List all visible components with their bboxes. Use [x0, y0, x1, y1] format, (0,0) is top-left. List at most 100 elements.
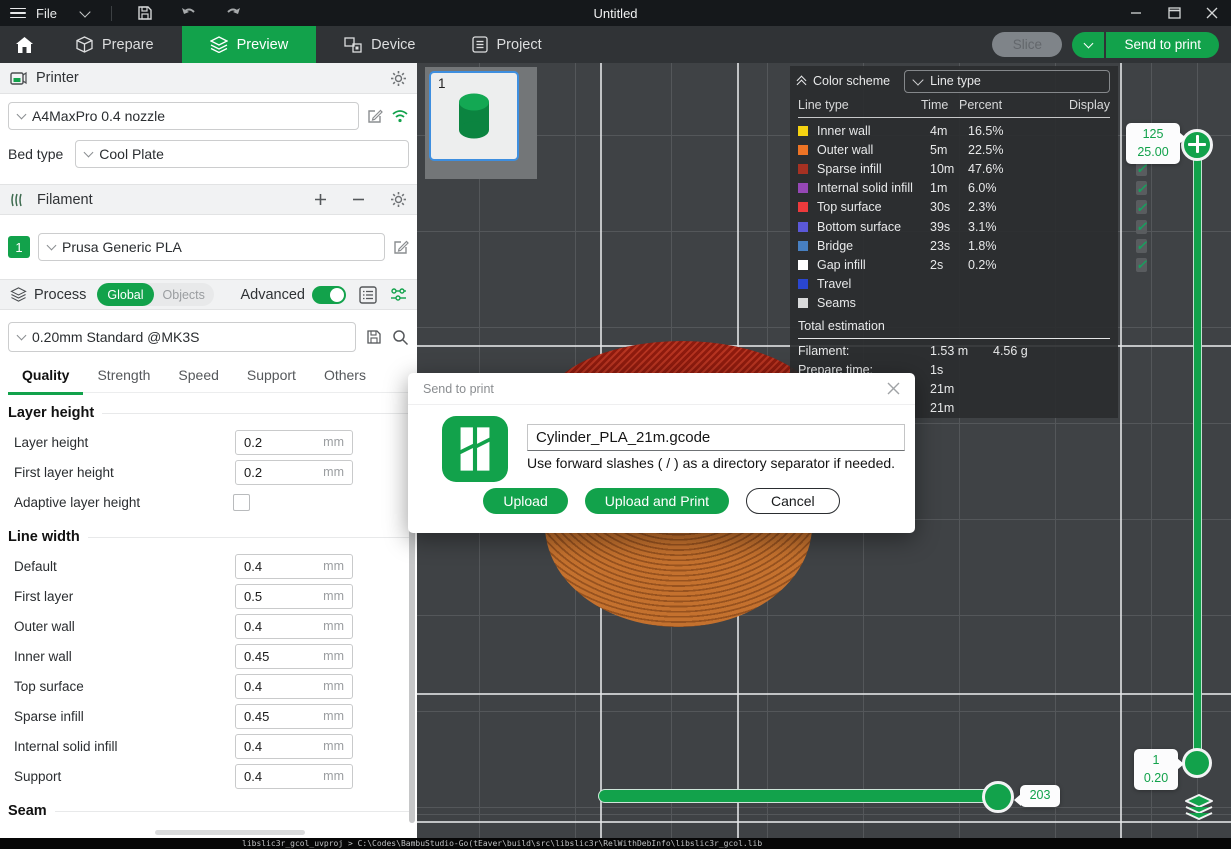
- main-nav: Prepare Preview Device Project Slice Sen…: [0, 26, 1231, 63]
- slice-button[interactable]: Slice: [992, 32, 1062, 57]
- bed-type-label: Bed type: [8, 146, 63, 162]
- layer-slider-track[interactable]: [1193, 153, 1202, 763]
- tab-preview[interactable]: Preview: [182, 26, 317, 63]
- display-checkbox[interactable]: ✓: [1136, 258, 1147, 272]
- color-scheme-label: Color scheme: [813, 74, 890, 88]
- process-preset-select[interactable]: 0.20mm Standard @MK3S: [8, 322, 356, 352]
- display-checkbox[interactable]: ✓: [1136, 200, 1147, 214]
- collapse-panel-icon[interactable]: [798, 74, 805, 88]
- dialog-close-icon[interactable]: [887, 382, 900, 395]
- sidebar: Printer A4MaxPro 0.4 nozzle Bed type: [0, 63, 417, 838]
- sidebar-horizontal-scrollbar[interactable]: [155, 830, 305, 835]
- first-layer-height-input[interactable]: 0.2mm: [235, 460, 353, 485]
- linetype-swatch: [798, 222, 808, 232]
- global-toggle[interactable]: Global: [97, 283, 153, 306]
- minimize-button[interactable]: [1117, 0, 1155, 26]
- adaptive-layer-height-checkbox[interactable]: [233, 494, 250, 511]
- divider: [798, 338, 1110, 339]
- setting-row: Adaptive layer height: [8, 487, 409, 517]
- printer-icon: [10, 71, 27, 86]
- upload-button[interactable]: Upload: [483, 488, 567, 514]
- parameter-list-icon[interactable]: [359, 286, 377, 304]
- display-checkbox[interactable]: ✓: [1136, 220, 1147, 234]
- line-width-support-input[interactable]: 0.4mm: [235, 764, 353, 789]
- layer-slider-bottom-handle[interactable]: [1182, 748, 1212, 778]
- linetype-swatch: [798, 298, 808, 308]
- tab-prepare[interactable]: Prepare: [48, 26, 182, 63]
- legend-row: Sparse infill10m47.6%✓: [790, 159, 1118, 178]
- cancel-button[interactable]: Cancel: [746, 488, 840, 514]
- menu-icon[interactable]: [10, 8, 26, 19]
- filament-preset-select[interactable]: Prusa Generic PLA: [38, 233, 385, 261]
- filament-slot-badge[interactable]: 1: [8, 236, 30, 258]
- move-slider-handle[interactable]: [982, 781, 1014, 813]
- tab-device[interactable]: Device: [316, 26, 443, 63]
- slicer-window: File Untitled Prepare: [0, 0, 1231, 849]
- tab-strength[interactable]: Strength: [83, 364, 164, 392]
- objects-toggle[interactable]: Objects: [154, 288, 214, 302]
- search-icon[interactable]: [392, 329, 409, 346]
- wifi-connection-icon[interactable]: [391, 109, 409, 123]
- line-width-inner-wall-input[interactable]: 0.45mm: [235, 644, 353, 669]
- view-mode-select[interactable]: Line type: [904, 70, 1110, 93]
- move-slider-track[interactable]: [598, 789, 1000, 803]
- line-width-first-layer-input[interactable]: 0.5mm: [235, 584, 353, 609]
- tab-speed[interactable]: Speed: [164, 364, 232, 392]
- send-to-print-button[interactable]: Send to print: [1106, 32, 1219, 58]
- remove-filament-icon[interactable]: [352, 193, 365, 206]
- grid-major-line: [417, 821, 1231, 823]
- process-icon: [10, 287, 27, 302]
- redo-icon[interactable]: [222, 4, 244, 22]
- save-preset-icon[interactable]: [366, 329, 382, 345]
- plate-thumbnail[interactable]: 1: [429, 71, 519, 161]
- line-width-top-surface-input[interactable]: 0.4mm: [235, 674, 353, 699]
- maximize-button[interactable]: [1155, 0, 1193, 26]
- layers-view-icon[interactable]: [1183, 793, 1215, 823]
- line-width-internal-solid-infill-input[interactable]: 0.4mm: [235, 734, 353, 759]
- setting-row: Layer height 0.2mm: [8, 427, 409, 457]
- file-menu[interactable]: File: [36, 6, 57, 21]
- filament-section-header: Filament: [0, 184, 417, 215]
- filename-input[interactable]: Cylinder_PLA_21m.gcode: [527, 424, 905, 451]
- file-menu-chevron-icon[interactable]: [79, 6, 90, 17]
- bed-type-select[interactable]: Cool Plate: [75, 140, 409, 168]
- tab-others[interactable]: Others: [310, 364, 380, 392]
- filament-settings-gear-icon[interactable]: [390, 191, 407, 208]
- tab-project[interactable]: Project: [444, 26, 570, 63]
- tab-support[interactable]: Support: [233, 364, 310, 392]
- layer-slider-top-tooltip: 12525.00: [1126, 123, 1180, 164]
- close-button[interactable]: [1193, 0, 1231, 26]
- display-checkbox[interactable]: ✓: [1136, 162, 1147, 176]
- line-width-outer-wall-input[interactable]: 0.4mm: [235, 614, 353, 639]
- save-icon[interactable]: [134, 4, 156, 22]
- seam-section-title: Seam: [8, 797, 409, 825]
- legend-row: Top surface30s2.3%✓: [790, 198, 1118, 217]
- legend-column-headers: Line type Time Percent Display: [790, 94, 1118, 116]
- edit-filament-icon[interactable]: [393, 239, 409, 255]
- layer-slider-bottom-tooltip: 10.20: [1134, 749, 1178, 790]
- edit-printer-icon[interactable]: [367, 108, 383, 124]
- tune-parameters-icon[interactable]: [390, 286, 407, 303]
- layer-height-input[interactable]: 0.2mm: [235, 430, 353, 455]
- add-filament-icon[interactable]: [314, 193, 327, 206]
- tab-quality[interactable]: Quality: [8, 364, 83, 395]
- linetype-swatch: [798, 279, 808, 289]
- line-width-default-input[interactable]: 0.4mm: [235, 554, 353, 579]
- printer-settings-gear-icon[interactable]: [390, 70, 407, 87]
- upload-and-print-button[interactable]: Upload and Print: [585, 488, 729, 514]
- dialog-title: Send to print: [423, 382, 494, 396]
- linetype-swatch: [798, 164, 808, 174]
- legend-row: Travel: [790, 275, 1118, 294]
- display-checkbox[interactable]: ✓: [1136, 239, 1147, 253]
- legend-row: Inner wall4m16.5%✓: [790, 121, 1118, 140]
- printer-preset-select[interactable]: A4MaxPro 0.4 nozzle: [8, 102, 359, 130]
- display-checkbox[interactable]: ✓: [1136, 181, 1147, 195]
- undo-icon[interactable]: [178, 4, 200, 22]
- line-width-sparse-infill-input[interactable]: 0.45mm: [235, 704, 353, 729]
- send-options-chevron-icon[interactable]: [1072, 32, 1104, 58]
- titlebar: File Untitled: [0, 0, 1231, 26]
- legend-row: Gap infill2s0.2%✓: [790, 255, 1118, 274]
- advanced-toggle[interactable]: [312, 286, 346, 304]
- home-button[interactable]: [0, 26, 48, 63]
- line-type-legend-panel: Color scheme Line type Line type Time Pe…: [790, 66, 1118, 418]
